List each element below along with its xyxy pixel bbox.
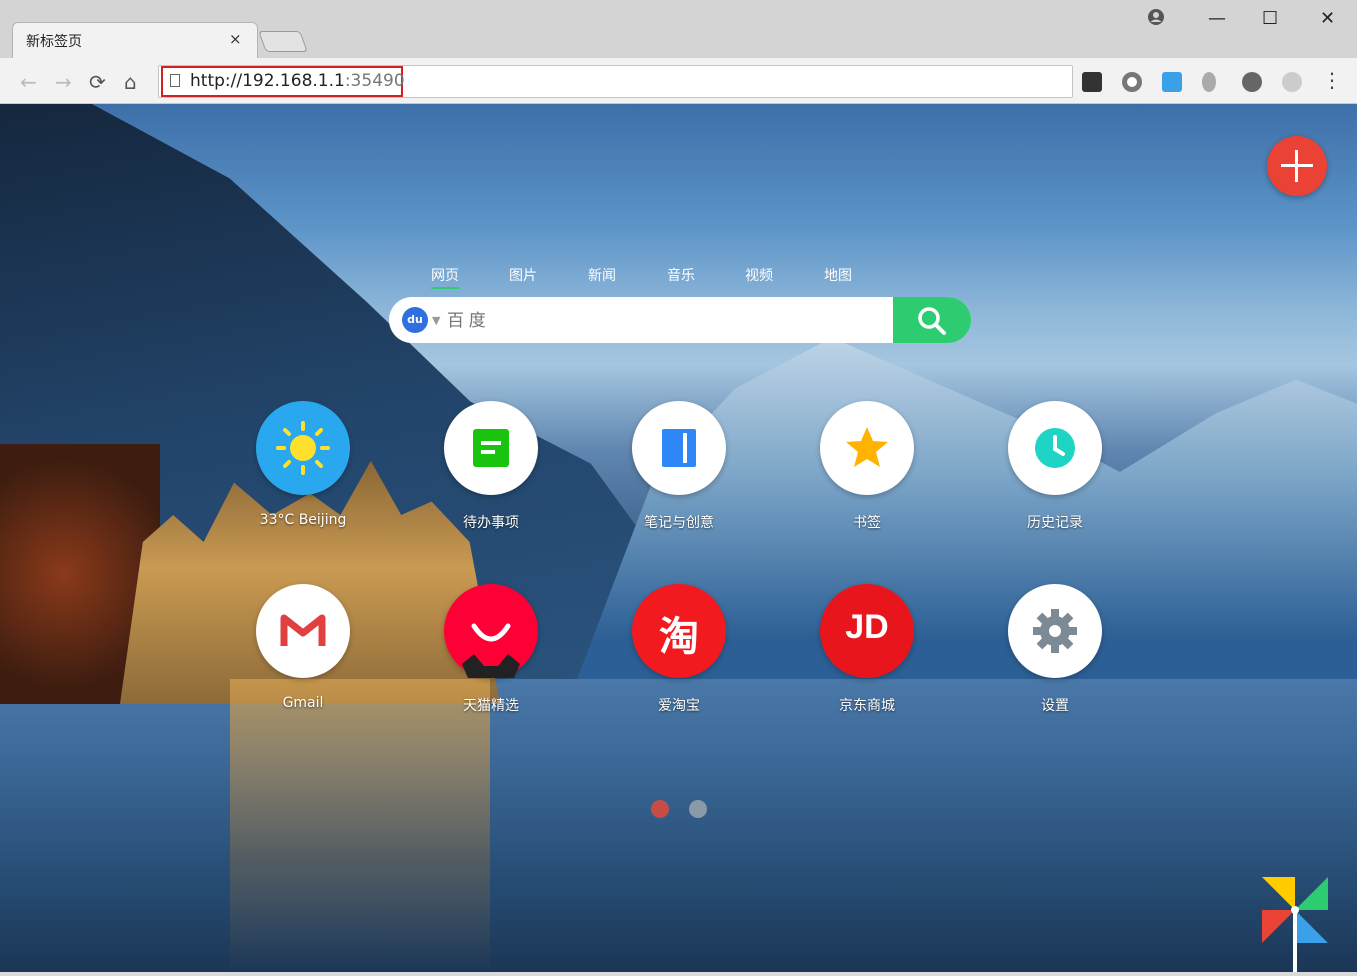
extension-record-icon[interactable] bbox=[1122, 72, 1142, 92]
app-label-taobao: 爱淘宝 bbox=[658, 698, 700, 714]
add-shortcut-button[interactable] bbox=[1267, 136, 1327, 196]
app-label-todo: 待办事项 bbox=[463, 515, 519, 531]
search-icon bbox=[918, 307, 946, 335]
tmall-app[interactable] bbox=[444, 584, 538, 678]
app-label-jd: 京东商城 bbox=[839, 698, 895, 714]
gear-icon bbox=[1033, 609, 1077, 653]
extension-gray-icon[interactable] bbox=[1282, 72, 1302, 92]
taobao-icon: 淘 bbox=[659, 614, 699, 660]
app-label-gmail: Gmail bbox=[282, 695, 324, 711]
home-icon[interactable]: ⌂ bbox=[124, 70, 137, 94]
account-icon[interactable] bbox=[1147, 8, 1165, 31]
search-tab-music[interactable]: 音乐 bbox=[667, 265, 695, 285]
search-tab-web[interactable]: 网页 bbox=[431, 265, 459, 289]
bookmarks-app[interactable] bbox=[820, 401, 914, 495]
menu-kebab-icon[interactable]: ⋮ bbox=[1322, 68, 1342, 92]
extension-menu-icon[interactable] bbox=[1082, 72, 1102, 92]
clock-icon bbox=[1035, 428, 1075, 468]
page-dot-2[interactable] bbox=[689, 800, 707, 818]
weather-app[interactable] bbox=[256, 401, 350, 495]
page-icon bbox=[170, 74, 180, 87]
search-input[interactable] bbox=[447, 311, 668, 331]
app-label-tmall: 天猫精选 bbox=[463, 698, 519, 714]
app-label-weather: 33°C Beijing bbox=[259, 512, 347, 528]
notes-app[interactable] bbox=[632, 401, 726, 495]
search-tab-news[interactable]: 新闻 bbox=[588, 265, 616, 285]
settings-app[interactable] bbox=[1008, 584, 1102, 678]
sun-icon bbox=[276, 421, 330, 475]
notebook-icon bbox=[662, 429, 696, 467]
background-reflection bbox=[230, 679, 490, 972]
background-lake bbox=[0, 679, 1357, 972]
gmail-icon bbox=[280, 614, 326, 646]
back-icon[interactable]: ← bbox=[20, 70, 37, 94]
taobao-app[interactable]: 淘 bbox=[632, 584, 726, 678]
app-label-history: 历史记录 bbox=[1027, 515, 1083, 531]
page-dot-1[interactable] bbox=[651, 800, 669, 818]
extension-bulb-icon[interactable] bbox=[1202, 72, 1216, 92]
gmail-app[interactable] bbox=[256, 584, 350, 678]
search-tab-video[interactable]: 视频 bbox=[745, 265, 773, 285]
jd-app[interactable]: JD bbox=[820, 584, 914, 678]
new-tab-page bbox=[0, 104, 1357, 972]
forward-icon[interactable]: → bbox=[55, 70, 72, 94]
app-label-notes: 笔记与创意 bbox=[644, 515, 714, 531]
todo-app[interactable] bbox=[444, 401, 538, 495]
jd-icon: JD bbox=[845, 608, 889, 646]
app-label-bookmarks: 书签 bbox=[853, 515, 881, 531]
new-tab-button[interactable] bbox=[258, 31, 308, 52]
maximize-button[interactable]: ☐ bbox=[1262, 8, 1278, 29]
search-tab-images[interactable]: 图片 bbox=[509, 265, 537, 285]
history-app[interactable] bbox=[1008, 401, 1102, 495]
tab-title[interactable]: 新标签页 bbox=[26, 31, 82, 51]
close-window-button[interactable]: ✕ bbox=[1320, 8, 1335, 29]
reload-icon[interactable]: ⟳ bbox=[89, 70, 106, 94]
pinwheel-logo-icon[interactable] bbox=[1262, 877, 1328, 972]
star-icon bbox=[846, 427, 888, 467]
search-button[interactable] bbox=[893, 297, 971, 343]
url-text[interactable]: http://192.168.1.1:35490 bbox=[190, 71, 405, 91]
extension-sync-icon[interactable] bbox=[1162, 72, 1182, 92]
app-label-settings: 设置 bbox=[1041, 698, 1069, 714]
engine-dropdown-icon[interactable]: ▼ bbox=[432, 314, 440, 327]
minimize-button[interactable]: — bbox=[1208, 8, 1226, 29]
search-tab-map[interactable]: 地图 bbox=[824, 265, 852, 285]
extension-pen-icon[interactable] bbox=[1242, 72, 1262, 92]
tab-close-button[interactable]: × bbox=[229, 30, 242, 48]
baidu-engine-icon[interactable]: du bbox=[402, 307, 428, 333]
tmall-icon bbox=[462, 623, 520, 678]
todo-icon bbox=[473, 429, 509, 467]
